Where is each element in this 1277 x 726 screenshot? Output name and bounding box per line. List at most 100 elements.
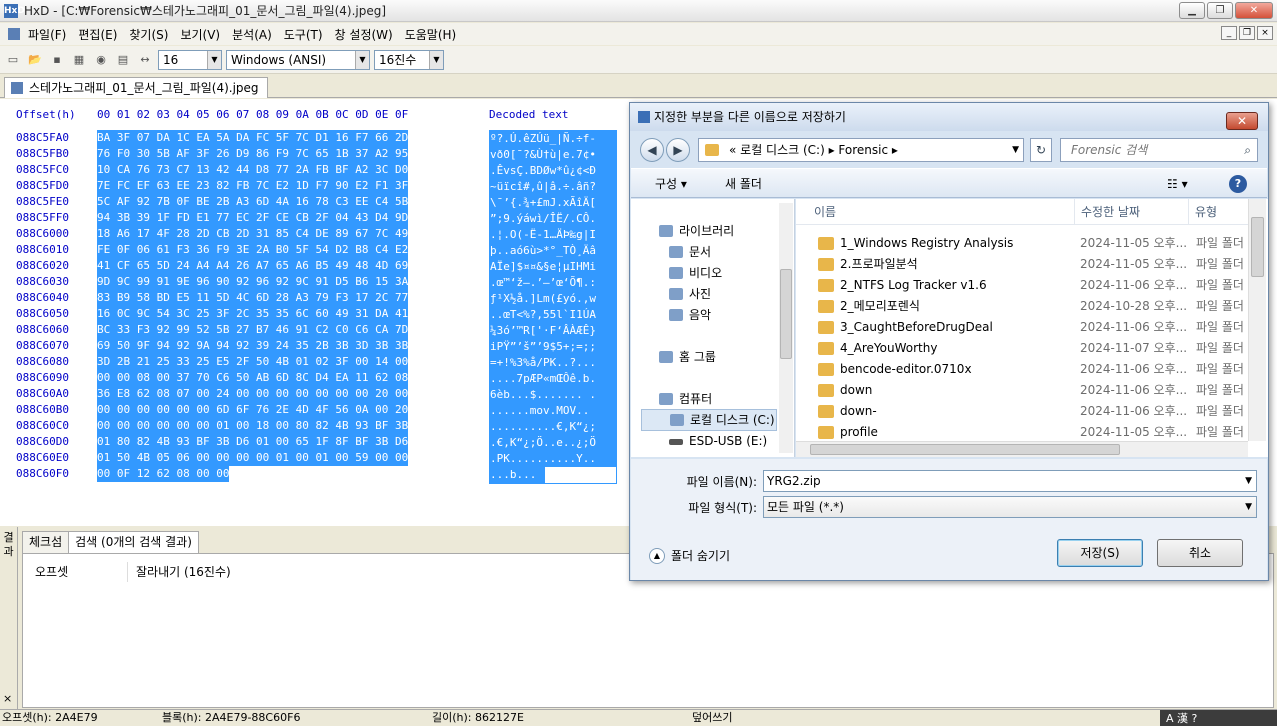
file-list-item[interactable]: 1_Windows Registry Analysis 2024-11-05 오후… xyxy=(796,233,1248,254)
nav-computer[interactable]: 컴퓨터 xyxy=(659,389,712,409)
hex-row[interactable]: 36 E8 62 08 07 00 24 00 00 00 00 00 00 0… xyxy=(97,386,408,402)
decoded-row[interactable]: .¦.O(-Ë-1…ÄÞ‰g|I xyxy=(490,227,616,243)
file-list-vscroll[interactable] xyxy=(1248,199,1266,441)
disk-editor-icon[interactable]: ◉ xyxy=(92,51,110,69)
decoded-row[interactable]: ¼3ó’™R['·F‘ÂÀÆÊ} xyxy=(490,323,616,339)
decoded-row[interactable]: ~üïcî#‚û|â.÷.âñ? xyxy=(490,179,616,195)
nav-music[interactable]: 음악 xyxy=(669,305,711,325)
window-close-button[interactable]: ✕ xyxy=(1235,2,1273,19)
hex-row[interactable]: 9D 9C 99 91 9E 96 90 92 96 92 9C 91 D5 B… xyxy=(97,274,408,290)
decoded-row[interactable]: iPŸ”’š”’9$5+;=;; xyxy=(490,339,616,355)
hex-row[interactable]: 5C AF 92 7B 0F BE 2B A3 6D 4A 16 78 C3 E… xyxy=(97,194,408,210)
charset-select[interactable]: Windows (ANSI) ▼ xyxy=(226,49,370,70)
bytes-per-row-select[interactable]: 16 ▼ xyxy=(158,49,222,70)
back-button[interactable]: ◀ xyxy=(640,138,664,162)
file-list-item[interactable]: bencode-editor.0710x 2024-11-06 오후... 파일 폴… xyxy=(796,359,1248,380)
nav-libraries[interactable]: 라이브러리 xyxy=(659,221,734,241)
menu-tools[interactable]: 도구(T) xyxy=(278,26,329,43)
column-type[interactable]: 유형 xyxy=(1188,199,1217,225)
decoded-row[interactable]: .€‚K“¿;Ö..e..¿;Ö xyxy=(490,435,616,451)
nav-scrollbar[interactable] xyxy=(779,203,793,453)
decoded-row[interactable]: ”;9.ýáwì/ÎË/.CÔ. xyxy=(490,211,616,227)
hex-row[interactable]: 00 00 00 00 00 00 01 00 18 00 80 82 4B 9… xyxy=(97,418,408,434)
decoded-row[interactable]: þ..aó6ù>*°_TÒ¸Äâ xyxy=(490,243,616,259)
filename-input[interactable]: YRG2.zip ▼ xyxy=(763,470,1257,492)
decoded-row[interactable]: ƒ¹X½å.]Lm(£yó.,w xyxy=(490,291,616,307)
new-file-icon[interactable]: ▭ xyxy=(4,51,22,69)
nav-pictures[interactable]: 사진 xyxy=(669,284,711,304)
decoded-row[interactable]: ..........€‚K“¿; xyxy=(490,419,616,435)
hex-row[interactable]: 18 A6 17 4F 28 2D CB 2D 31 85 C4 DE 89 6… xyxy=(97,226,408,242)
decoded-row[interactable]: ..œT<%?,55l`I1ÚA xyxy=(490,307,616,323)
menu-edit[interactable]: 편집(E) xyxy=(72,26,123,43)
hex-row[interactable]: BC 33 F3 92 99 52 5B 27 B7 46 91 C2 C0 C… xyxy=(97,322,408,338)
nav-documents[interactable]: 문서 xyxy=(669,242,711,262)
refresh-button[interactable]: ↻ xyxy=(1030,138,1052,162)
nav-scroll-thumb[interactable] xyxy=(780,269,792,359)
document-menu-icon[interactable] xyxy=(8,28,20,40)
column-name[interactable]: 이름 xyxy=(814,199,836,225)
search-icon[interactable]: ⌕ xyxy=(1244,139,1251,161)
ram-editor-icon[interactable]: ▦ xyxy=(70,51,88,69)
mdi-minimize-button[interactable]: _ xyxy=(1221,26,1237,40)
chevron-down-icon[interactable]: ▼ xyxy=(1245,497,1252,517)
mdi-close-button[interactable]: × xyxy=(1257,26,1273,40)
nav-videos[interactable]: 비디오 xyxy=(669,263,722,283)
decoded-row[interactable]: .PK..........Y.. xyxy=(490,451,616,467)
decoded-text-column[interactable]: º?.Ú.êZÚü_|Ñ.÷f-vð0[¯?&Ù†ù|e.7¢• .ÊvsÇ.BD… xyxy=(489,130,617,484)
help-icon[interactable]: ? xyxy=(1229,175,1247,193)
decoded-row[interactable]: \¯’{.¾+£mJ.xÃîÄ[ xyxy=(490,195,616,211)
new-folder-button[interactable]: 새 폴더 xyxy=(725,169,762,199)
column-excerpt[interactable]: 잘라내기 (16진수) xyxy=(127,562,231,582)
hex-row[interactable]: 94 3B 39 1F FD E1 77 EC 2F CE CB 2F 04 4… xyxy=(97,210,408,226)
decoded-row[interactable]: =+!%3%å/PK..?... xyxy=(490,355,616,371)
file-tools-icon[interactable]: ▤ xyxy=(114,51,132,69)
hex-row[interactable]: 01 80 82 4B 93 BF 3B D6 01 00 65 1F 8F B… xyxy=(97,434,408,450)
menu-help[interactable]: 도움말(H) xyxy=(399,26,463,43)
document-tab[interactable]: 스테가노그래피_01_문서_그림_파일(4).jpeg xyxy=(4,77,268,98)
decoded-row[interactable]: º?.Ú.êZÚü_|Ñ.÷f- xyxy=(490,131,616,147)
hex-row[interactable]: 7E FC EF 63 EE 23 82 FB 7C E2 1D F7 90 E… xyxy=(97,178,408,194)
hex-row[interactable]: 00 00 08 00 37 70 C6 50 AB 6D 8C D4 EA 1… xyxy=(97,370,408,386)
chevron-down-icon[interactable]: ▼ xyxy=(207,50,221,69)
nav-homegroup[interactable]: 홈 그룹 xyxy=(659,347,716,367)
hex-row[interactable]: 3D 2B 21 25 33 25 E5 2F 50 4B 01 02 3F 0… xyxy=(97,354,408,370)
decoded-row[interactable]: vð0[¯?&Ù†ù|e.7¢• xyxy=(490,147,616,163)
view-options-button[interactable]: ☷ ▾ xyxy=(1167,169,1188,199)
hex-row[interactable]: 00 00 00 00 00 00 6D 6F 76 2E 4D 4F 56 0… xyxy=(97,402,408,418)
chevron-down-icon[interactable]: ▼ xyxy=(1012,139,1019,161)
save-icon[interactable]: ▪ xyxy=(48,51,66,69)
file-list[interactable]: 이름 수정한 날짜 유형 1_Windows Registry Analysis… xyxy=(796,199,1268,457)
chevron-down-icon[interactable]: ▼ xyxy=(429,50,443,69)
hex-row[interactable]: 16 0C 9C 54 3C 25 3F 2C 35 35 6C 60 49 3… xyxy=(97,306,408,322)
decoded-row[interactable]: ......mov.MOV.. xyxy=(490,403,616,419)
status-mode[interactable]: 덮어쓰기 xyxy=(692,710,732,726)
save-button[interactable]: 저장(S) xyxy=(1057,539,1143,567)
chevron-down-icon[interactable]: ▼ xyxy=(355,50,369,69)
file-list-item[interactable]: 2_메모리포렌식 2024-10-28 오후... 파일 폴더 xyxy=(796,296,1248,317)
menu-view[interactable]: 보기(V) xyxy=(174,26,226,43)
menu-window[interactable]: 창 설정(W) xyxy=(329,26,399,43)
file-list-item[interactable]: 4_AreYouWorthy 2024-11-07 오후... 파일 폴더 xyxy=(796,338,1248,359)
ime-indicator[interactable]: A 漢 ? xyxy=(1160,710,1277,726)
window-maximize-button[interactable]: ❐ xyxy=(1207,2,1233,19)
menu-search[interactable]: 찾기(S) xyxy=(123,26,174,43)
hscroll-thumb[interactable] xyxy=(810,444,1120,455)
menu-file[interactable]: 파일(F) xyxy=(22,26,72,43)
menu-analysis[interactable]: 분석(A) xyxy=(226,26,278,43)
column-date[interactable]: 수정한 날짜 xyxy=(1074,199,1140,225)
folder-search-input[interactable]: Forensic 검색 ⌕ xyxy=(1060,138,1258,162)
hex-row[interactable]: 69 50 9F 94 92 9A 94 92 39 24 35 2B 3B 3… xyxy=(97,338,408,354)
open-file-icon[interactable]: 📂 xyxy=(26,51,44,69)
decoded-row[interactable]: .ÊvsÇ.BDØw*û¿¢<Ð xyxy=(490,163,616,179)
number-base-select[interactable]: 16진수 ▼ xyxy=(374,49,444,70)
column-offset[interactable]: 오프셋 xyxy=(27,562,127,582)
hex-row[interactable]: 00 0F 12 62 08 00 00 xyxy=(97,466,229,482)
navigation-pane[interactable]: 라이브러리 문서 비디오 사진 음악 홈 그룹 컴퓨터 로컬 디스크 (C:) … xyxy=(631,199,795,457)
hide-folders-toggle[interactable]: ▲ 폴더 숨기기 xyxy=(649,547,730,565)
decoded-row[interactable]: AÏe]$¤¤&§e¦µIHMi xyxy=(490,259,616,275)
address-bar[interactable]: « 로컬 디스크 (C:) ▸ Forensic ▸ ▼ xyxy=(698,138,1024,162)
decoded-row[interactable]: 6èb...$....... . xyxy=(490,387,616,403)
file-list-item[interactable]: 2.프로파일분석 2024-11-05 오후... 파일 폴더 xyxy=(796,254,1248,275)
cancel-button[interactable]: 취소 xyxy=(1157,539,1243,567)
